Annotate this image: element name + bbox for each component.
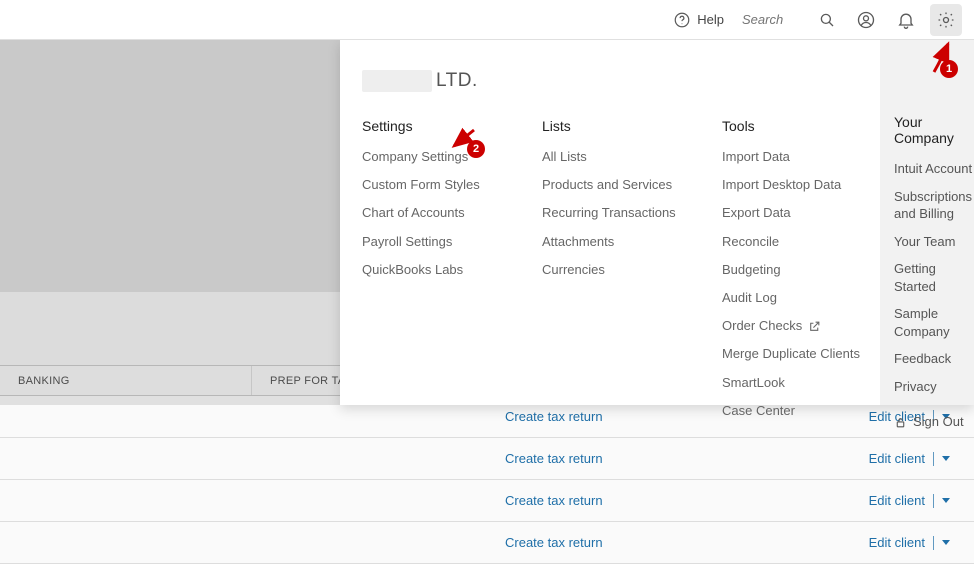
order-checks-label: Order Checks (722, 317, 802, 335)
help-button[interactable]: Help (673, 11, 724, 29)
tools-column: Tools Import Data Import Desktop Data Ex… (722, 118, 862, 430)
edit-client-link[interactable]: Edit client (869, 535, 925, 550)
merge-duplicate-clients-link[interactable]: Merge Duplicate Clients (722, 345, 862, 363)
chart-of-accounts-link[interactable]: Chart of Accounts (362, 204, 512, 222)
caret-down-icon[interactable] (942, 456, 950, 461)
custom-form-styles-link[interactable]: Custom Form Styles (362, 176, 512, 194)
company-name-redacted (362, 70, 432, 92)
search-input[interactable] (742, 12, 812, 27)
your-company-heading: Your Company (894, 114, 972, 146)
your-team-link[interactable]: Your Team (894, 233, 972, 251)
create-tax-return-link[interactable]: Create tax return (505, 535, 603, 550)
divider (933, 494, 934, 508)
account-button[interactable] (850, 4, 882, 36)
recurring-transactions-link[interactable]: Recurring Transactions (542, 204, 692, 222)
attachments-link[interactable]: Attachments (542, 233, 692, 251)
company-settings-link[interactable]: Company Settings (362, 148, 512, 166)
settings-column: Settings Company Settings Custom Form St… (362, 118, 512, 430)
table-row: Create tax return Edit client (0, 522, 974, 564)
quickbooks-labs-link[interactable]: QuickBooks Labs (362, 261, 512, 279)
order-checks-link[interactable]: Order Checks (722, 317, 862, 335)
your-company-column: Your Company Intuit Account Subscription… (880, 40, 974, 405)
table-row: Create tax return Edit client (0, 480, 974, 522)
privacy-link[interactable]: Privacy (894, 378, 972, 396)
search-icon[interactable] (818, 11, 836, 29)
getting-started-link[interactable]: Getting Started (894, 260, 972, 295)
budgeting-link[interactable]: Budgeting (722, 261, 862, 279)
reconcile-link[interactable]: Reconcile (722, 233, 862, 251)
edit-client-link[interactable]: Edit client (869, 493, 925, 508)
company-name: LTD. (362, 70, 862, 92)
top-bar: Help (0, 0, 974, 40)
sample-company-link[interactable]: Sample Company (894, 305, 972, 340)
table-row: Create tax return Edit client (0, 438, 974, 480)
feedback-link[interactable]: Feedback (894, 350, 972, 368)
export-data-link[interactable]: Export Data (722, 204, 862, 222)
audit-log-link[interactable]: Audit Log (722, 289, 862, 307)
search-area (742, 11, 836, 29)
lists-heading: Lists (542, 118, 692, 134)
settings-heading: Settings (362, 118, 512, 134)
lock-icon (894, 416, 907, 429)
notifications-button[interactable] (890, 4, 922, 36)
settings-menu-panel: LTD. Settings Company Settings Custom Fo… (340, 40, 974, 405)
all-lists-link[interactable]: All Lists (542, 148, 692, 166)
create-tax-return-link[interactable]: Create tax return (505, 493, 603, 508)
company-name-suffix: LTD. (436, 70, 478, 92)
help-label: Help (697, 12, 724, 27)
import-data-link[interactable]: Import Data (722, 148, 862, 166)
caret-down-icon[interactable] (942, 498, 950, 503)
tools-heading: Tools (722, 118, 862, 134)
gear-icon (936, 10, 956, 30)
create-tax-return-link[interactable]: Create tax return (505, 451, 603, 466)
intuit-account-link[interactable]: Intuit Account (894, 160, 972, 178)
currencies-link[interactable]: Currencies (542, 261, 692, 279)
products-services-link[interactable]: Products and Services (542, 176, 692, 194)
case-center-link[interactable]: Case Center (722, 402, 862, 420)
sign-out-link[interactable]: Sign Out (894, 413, 972, 431)
caret-down-icon[interactable] (942, 540, 950, 545)
smartlook-link[interactable]: SmartLook (722, 374, 862, 392)
sign-out-label: Sign Out (913, 413, 964, 431)
edit-client-link[interactable]: Edit client (869, 451, 925, 466)
user-icon (856, 10, 876, 30)
help-icon (673, 11, 691, 29)
payroll-settings-link[interactable]: Payroll Settings (362, 233, 512, 251)
divider (933, 536, 934, 550)
settings-gear-button[interactable] (930, 4, 962, 36)
external-link-icon (808, 320, 821, 333)
lists-column: Lists All Lists Products and Services Re… (542, 118, 692, 430)
subscriptions-billing-link[interactable]: Subscriptions and Billing (894, 188, 972, 223)
import-desktop-data-link[interactable]: Import Desktop Data (722, 176, 862, 194)
divider (933, 452, 934, 466)
bell-icon (896, 10, 916, 30)
col-header-banking[interactable]: BANKING (0, 366, 252, 395)
